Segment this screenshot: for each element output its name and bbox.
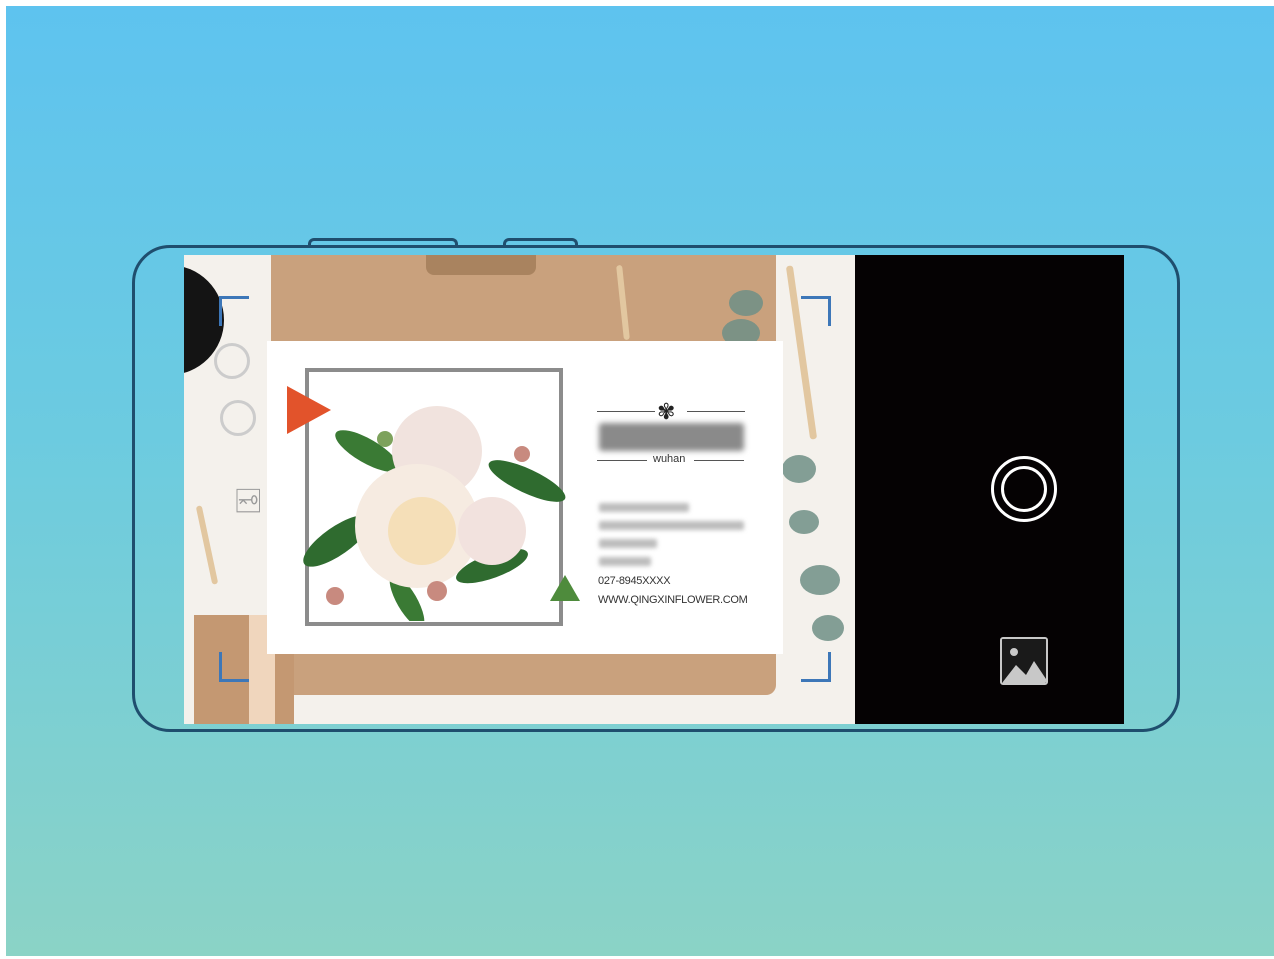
card-website: WWW.QINGXINFLOWER.COM <box>598 594 748 606</box>
decor-triangle-green <box>550 575 580 601</box>
card-phone-number: 027-8945XXXX <box>598 575 671 587</box>
blurred-contact-1 <box>599 539 657 548</box>
business-card: ✾ wuhan 027-8945XXXX WWW.QINGXINFLOWER.C… <box>267 341 783 654</box>
clipboard-slot <box>426 255 536 275</box>
camera-viewfinder[interactable]: ⚿ ✾ wuhan 027-8945XXXX WWW.QINGXINFLOWER… <box>184 255 855 724</box>
scan-frame-corner-top-right <box>801 296 831 326</box>
decor-triangle-red <box>287 386 331 434</box>
leaf <box>812 615 844 641</box>
pencil-left <box>195 505 219 585</box>
ring-1 <box>214 343 250 379</box>
pencil-right <box>785 265 818 440</box>
blurred-address-1 <box>599 503 689 512</box>
logo-rule-left <box>597 411 655 412</box>
shutter-button-inner <box>1001 466 1047 512</box>
blurred-brand-name <box>599 423 744 451</box>
shutter-button-icon[interactable] <box>991 456 1057 522</box>
camera-controls-panel <box>855 255 1124 724</box>
blurred-address-2 <box>599 521 744 530</box>
leaf <box>729 290 763 316</box>
scan-frame-corner-top-left <box>219 296 249 326</box>
brand-rule-right <box>694 460 744 461</box>
blurred-contact-2 <box>599 557 651 566</box>
key-icon: ⚿ <box>228 487 267 514</box>
gallery-image-icon[interactable] <box>1000 637 1048 685</box>
scan-frame-corner-bottom-right <box>801 652 831 682</box>
ring-2 <box>220 400 256 436</box>
brand-city: wuhan <box>653 453 686 465</box>
scan-frame-corner-bottom-left <box>219 652 249 682</box>
gallery-thumbnail-graphic <box>1002 639 1046 683</box>
brand-rule-left <box>597 460 647 461</box>
flower-logo-icon: ✾ <box>657 399 676 424</box>
camera-screen: ⚿ ✾ wuhan 027-8945XXXX WWW.QINGXINFLOWER… <box>184 255 1124 724</box>
logo-rule-right <box>687 411 745 412</box>
leaf <box>782 455 816 483</box>
leaf <box>789 510 819 534</box>
leaf <box>800 565 840 595</box>
